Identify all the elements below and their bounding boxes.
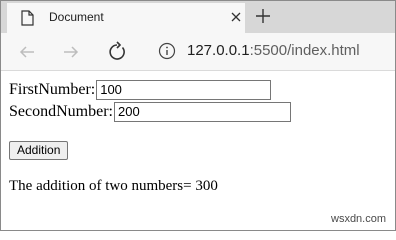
address-path: :5500/index.html	[249, 42, 360, 59]
info-icon[interactable]	[158, 42, 176, 60]
watermark: wsxdn.com	[331, 213, 387, 225]
browser-window: Document 127.0.0.1:5500/index.html First…	[0, 0, 396, 231]
close-icon[interactable]	[229, 10, 243, 24]
address-bar[interactable]: 127.0.0.1:5500/index.html	[187, 42, 360, 59]
first-number-label: FirstNumber:	[9, 81, 96, 98]
addition-button[interactable]: Addition	[9, 141, 69, 160]
result-text: The addition of two numbers= 300	[9, 178, 218, 194]
reload-icon[interactable]	[106, 41, 128, 63]
tab-title: Document	[49, 10, 104, 24]
second-number-input[interactable]: 200	[113, 102, 291, 122]
forward-arrow-icon[interactable]	[61, 42, 81, 62]
address-host: 127.0.0.1	[187, 42, 250, 59]
first-number-row: FirstNumber: 100	[9, 80, 272, 100]
page-icon	[21, 10, 34, 26]
plus-icon[interactable]	[254, 7, 272, 25]
second-number-label: SecondNumber:	[9, 103, 113, 120]
tab-strip: Document	[1, 1, 395, 33]
back-arrow-icon[interactable]	[17, 42, 37, 62]
toolbar: 127.0.0.1:5500/index.html	[1, 33, 395, 71]
second-number-row: SecondNumber: 200	[9, 102, 291, 122]
tab-document[interactable]: Document	[7, 3, 245, 33]
first-number-input[interactable]: 100	[96, 80, 272, 100]
